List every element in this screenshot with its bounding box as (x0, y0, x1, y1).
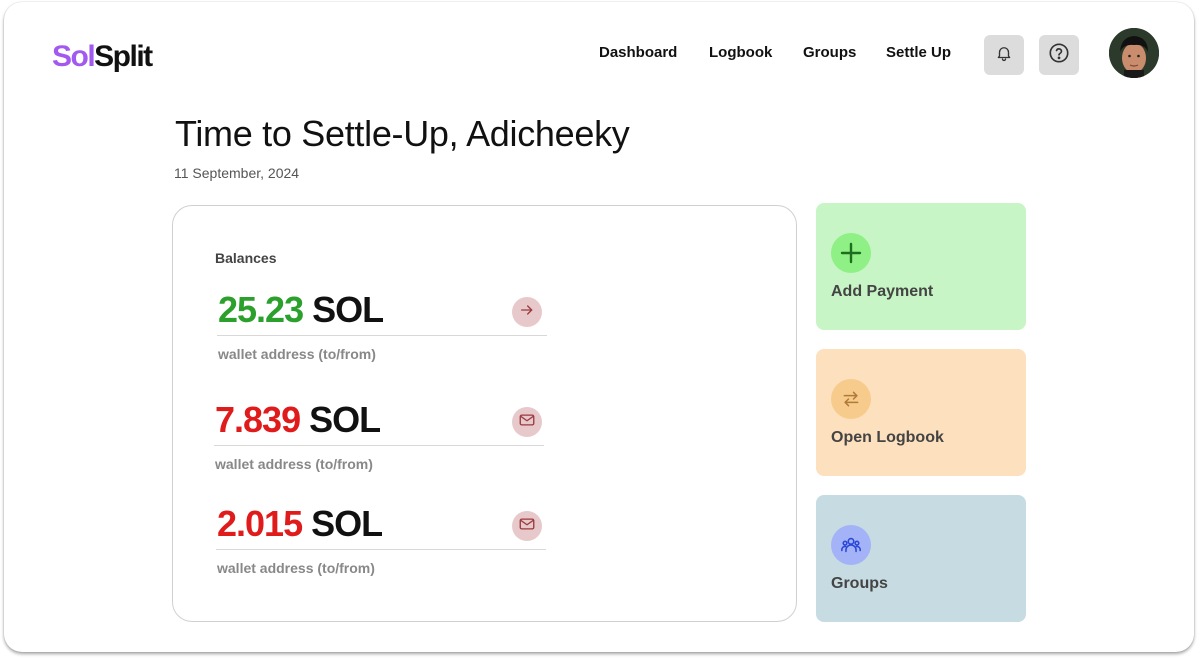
nav-settle-up[interactable]: Settle Up (886, 44, 951, 61)
balance-currency: SOL (311, 503, 383, 544)
divider (214, 445, 544, 446)
help-circle-icon (1048, 42, 1070, 69)
nav-dashboard[interactable]: Dashboard (599, 44, 677, 61)
add-payment-tile[interactable]: Add Payment (816, 203, 1026, 330)
users-icon (831, 525, 871, 565)
page-title: Time to Settle-Up, Adicheeky (175, 113, 630, 154)
wallet-address: wallet address (to/from) (215, 456, 373, 472)
logo-split: Split (94, 40, 153, 73)
logo-sol: Sol (52, 40, 96, 73)
nav-groups[interactable]: Groups (803, 44, 856, 61)
avatar-image (1109, 28, 1159, 78)
balance-currency: SOL (309, 399, 381, 440)
balance-amount: 2.015 SOL (217, 504, 549, 544)
help-button[interactable] (1039, 35, 1079, 75)
balance-row: 7.839 SOL wallet address (to/from) (214, 400, 547, 472)
logo[interactable]: SolSplit (52, 40, 153, 74)
wallet-address: wallet address (to/from) (217, 560, 375, 576)
swap-arrows-icon (831, 379, 871, 419)
divider (216, 549, 546, 550)
balance-amount: 25.23 SOL (218, 290, 550, 330)
open-logbook-tile[interactable]: Open Logbook (816, 349, 1026, 476)
request-button[interactable] (512, 511, 542, 541)
send-button[interactable] (512, 297, 542, 327)
balance-row: 2.015 SOL wallet address (to/from) (216, 504, 549, 576)
balances-card: Balances 25.23 SOL wallet address (to/fr… (172, 205, 797, 622)
tile-label: Groups (831, 575, 888, 592)
balance-currency: SOL (312, 289, 384, 330)
mail-icon (518, 515, 536, 538)
tile-label: Open Logbook (831, 429, 944, 446)
app-window: SolSplit Dashboard Logbook Groups Settle… (4, 2, 1194, 652)
mail-icon (518, 411, 536, 434)
nav-logbook[interactable]: Logbook (709, 44, 772, 61)
balance-value: 25.23 (218, 289, 304, 330)
notifications-button[interactable] (984, 35, 1024, 75)
tile-label: Add Payment (831, 283, 934, 300)
divider (217, 335, 547, 336)
balance-amount: 7.839 SOL (215, 400, 547, 440)
avatar[interactable] (1109, 28, 1159, 78)
wallet-address: wallet address (to/from) (218, 346, 376, 362)
balances-title: Balances (215, 250, 277, 266)
arrow-right-icon (519, 302, 535, 323)
groups-tile[interactable]: Groups (816, 495, 1026, 622)
plus-icon (831, 233, 871, 273)
balance-value: 2.015 (217, 503, 303, 544)
request-button[interactable] (512, 407, 542, 437)
page-date: 11 September, 2024 (174, 165, 300, 181)
balance-row: 25.23 SOL wallet address (to/from) (217, 290, 550, 362)
balance-value: 7.839 (215, 399, 301, 440)
bell-icon (995, 44, 1013, 67)
